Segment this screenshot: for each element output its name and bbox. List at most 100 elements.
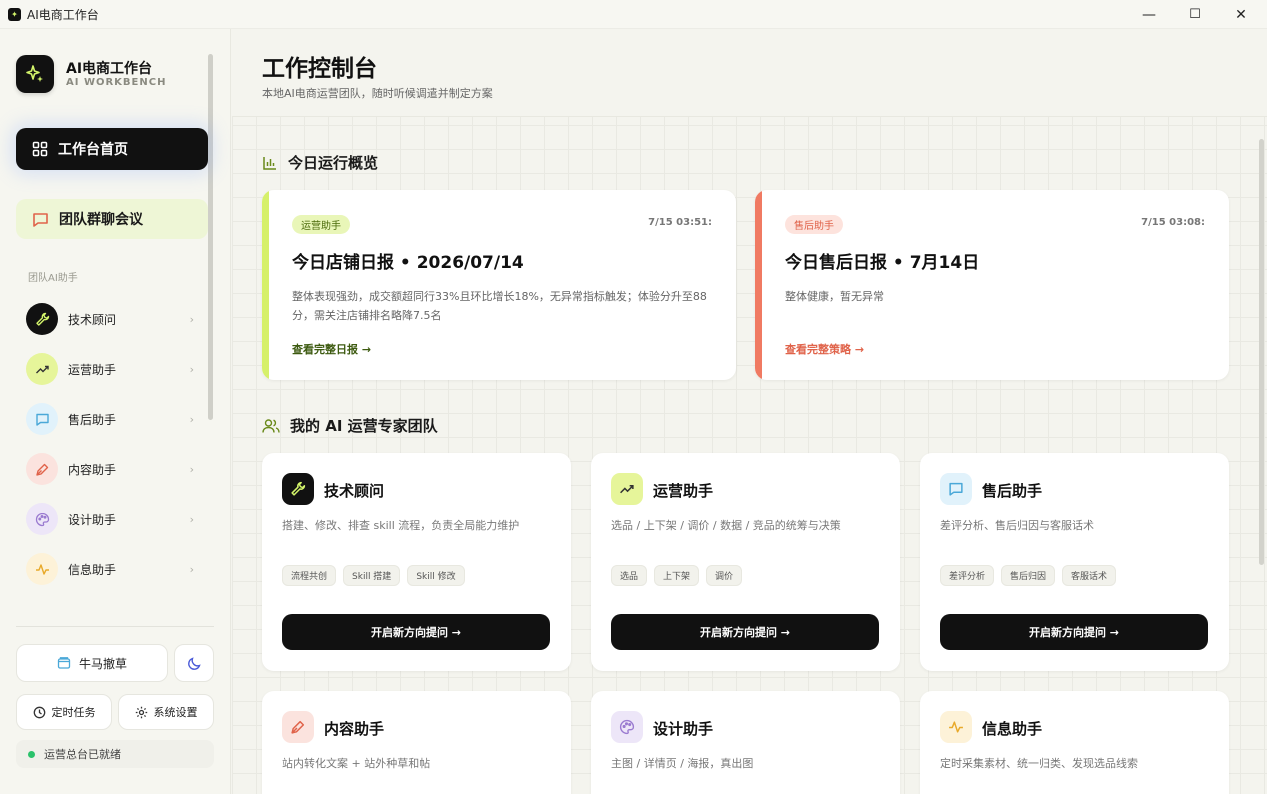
chevron-right-icon: ›	[189, 512, 194, 526]
sidebar-item-ops[interactable]: 运营助手 ›	[26, 352, 196, 386]
status-dot	[28, 750, 35, 758]
page-title: 工作控制台	[262, 56, 377, 82]
report-card-aftersales: 售后助手 7/15 03:08: 今日售后日报 • 7月14日 整体健康，暂无异…	[755, 190, 1229, 380]
agent-desc: 差评分析、售后归因与客服话术	[940, 519, 1094, 532]
clock-icon	[33, 706, 46, 719]
view-report-link[interactable]: 查看完整日报 →	[292, 341, 371, 357]
nav-home[interactable]: 工作台首页	[16, 128, 208, 170]
agent-tags: 流程共创 Skill 搭建 Skill 修改	[282, 565, 465, 586]
pen-icon	[26, 453, 58, 485]
agent-name: 运营助手	[653, 482, 714, 500]
chevron-right-icon: ›	[189, 312, 194, 326]
source-badge: 运营助手	[292, 215, 350, 234]
grid-icon	[32, 141, 48, 157]
status-indicator: 运营总台已就绪	[16, 740, 214, 768]
report-time: 7/15 03:08:	[1141, 217, 1205, 228]
report-title: 今日店铺日报 • 2026/07/14	[292, 253, 524, 273]
brand-name: AI电商工作台	[66, 61, 153, 77]
sidebar: AI电商工作台 AI WORKBENCH 工作台首页 团队群聊会议 团队AI助手…	[0, 29, 231, 794]
gear-icon	[135, 706, 148, 719]
trending-icon	[26, 353, 58, 385]
agent-card-ops: 运营助手 选品 / 上下架 / 调价 / 数据 / 竞品的统筹与决策 选品 上下…	[591, 453, 900, 671]
tag: 差评分析	[940, 565, 995, 586]
nav-group-chat-label: 团队群聊会议	[59, 212, 143, 228]
settings-button[interactable]: 系统设置	[118, 694, 214, 730]
new-question-button[interactable]: 开启新方向提问 →	[282, 614, 550, 650]
sidebar-item-label: 技术顾问	[68, 312, 117, 327]
title-bar: ✦ AI电商工作台 — ☐ ✕	[0, 0, 1267, 29]
maximize-button[interactable]: ☐	[1172, 0, 1218, 29]
agent-name: 设计助手	[653, 720, 714, 738]
scheduled-tasks-label: 定时任务	[51, 706, 96, 719]
report-desc: 整体表现强劲，成交额超同行33%且环比增长18%，无异常指标触发；体验分升至88…	[292, 290, 707, 322]
section-label-team-ai: 团队AI助手	[28, 273, 78, 284]
nav-group-chat[interactable]: 团队群聊会议	[16, 199, 208, 239]
app-logo-icon: ✦	[8, 7, 21, 21]
source-badge: 售后助手	[785, 215, 843, 234]
sidebar-item-label: 内容助手	[68, 462, 117, 477]
moon-icon	[187, 656, 202, 671]
agent-card-design: 设计助手 主图 / 详情页 / 海报，真出图	[591, 691, 900, 794]
brand-subtitle: AI WORKBENCH	[66, 77, 167, 88]
tag: Skill 搭建	[343, 565, 401, 586]
tag: 上下架	[654, 565, 700, 586]
agent-desc: 选品 / 上下架 / 调价 / 数据 / 竞品的统筹与决策	[611, 519, 841, 532]
page-subtitle: 本地AI电商运营团队，随时听候调遣并制定方案	[262, 87, 493, 100]
window-title: AI电商工作台	[27, 7, 99, 22]
nav-home-label: 工作台首页	[58, 142, 128, 158]
view-strategy-link[interactable]: 查看完整策略 →	[785, 341, 864, 357]
agent-card-content: 内容助手 站内转化文案 + 站外种草和帖	[262, 691, 571, 794]
tag: 客服话术	[1062, 565, 1117, 586]
accent-bar	[262, 190, 269, 380]
bar-chart-icon	[262, 155, 278, 171]
theme-toggle-button[interactable]	[174, 644, 214, 682]
sidebar-item-design[interactable]: 设计助手 ›	[26, 502, 196, 536]
sidebar-item-label: 售后助手	[68, 412, 117, 427]
report-title: 今日售后日报 • 7月14日	[785, 253, 980, 273]
overview-section-title: 今日运行概览	[262, 152, 378, 173]
niuma-label: 牛马撤草	[78, 656, 127, 671]
close-button[interactable]: ✕	[1218, 0, 1264, 29]
pulse-icon	[940, 711, 972, 743]
chevron-right-icon: ›	[189, 462, 194, 476]
sidebar-item-content[interactable]: 内容助手 ›	[26, 452, 196, 486]
main-header: 工作控制台 本地AI电商运营团队，随时听候调遣并制定方案	[232, 29, 1267, 117]
sidebar-item-info[interactable]: 信息助手 ›	[26, 552, 196, 586]
palette-icon	[611, 711, 643, 743]
agent-desc: 定时采集素材、统一归类、发现选品线索	[940, 757, 1138, 770]
sidebar-item-tech[interactable]: 技术顾问 ›	[26, 302, 196, 336]
agent-desc: 搭建、修改、排查 skill 流程，负责全局能力维护	[282, 519, 520, 532]
report-desc: 整体健康，暂无异常	[785, 290, 884, 303]
agent-tags: 选品 上下架 调价	[611, 565, 743, 586]
main-scrollbar[interactable]	[1259, 139, 1264, 565]
trending-icon	[611, 473, 643, 505]
sidebar-item-label: 设计助手	[68, 512, 117, 527]
main-content: 工作控制台 本地AI电商运营团队，随时听候调遣并制定方案 今日运行概览 运营助手…	[232, 29, 1267, 794]
report-time: 7/15 03:51:	[648, 217, 712, 228]
sidebar-scrollbar[interactable]	[208, 54, 213, 420]
sidebar-item-aftersales[interactable]: 售后助手 ›	[26, 402, 196, 436]
report-card-ops: 运营助手 7/15 03:51: 今日店铺日报 • 2026/07/14 整体表…	[262, 190, 736, 380]
chevron-right-icon: ›	[189, 412, 194, 426]
agent-name: 信息助手	[982, 720, 1043, 738]
chevron-right-icon: ›	[189, 562, 194, 576]
agent-desc: 站内转化文案 + 站外种草和帖	[282, 757, 431, 770]
palette-icon	[26, 503, 58, 535]
new-question-button[interactable]: 开启新方向提问 →	[611, 614, 879, 650]
tag: 流程共创	[282, 565, 337, 586]
agent-card-tech: 技术顾问 搭建、修改、排查 skill 流程，负责全局能力维护 流程共创 Ski…	[262, 453, 571, 671]
agent-desc: 主图 / 详情页 / 海报，真出图	[611, 757, 754, 770]
minimize-button[interactable]: —	[1126, 0, 1172, 29]
chat-icon	[26, 403, 58, 435]
tag: 选品	[611, 565, 648, 586]
scheduled-tasks-button[interactable]: 定时任务	[16, 694, 112, 730]
niuma-button[interactable]: 牛马撤草	[16, 644, 168, 682]
new-question-button[interactable]: 开启新方向提问 →	[940, 614, 1208, 650]
accent-bar	[755, 190, 762, 380]
wallet-icon	[57, 656, 71, 670]
brand-logo-icon	[16, 55, 54, 93]
chat-icon	[940, 473, 972, 505]
wrench-icon	[282, 473, 314, 505]
agent-card-info: 信息助手 定时采集素材、统一归类、发现选品线索	[920, 691, 1229, 794]
agent-name: 内容助手	[324, 720, 385, 738]
